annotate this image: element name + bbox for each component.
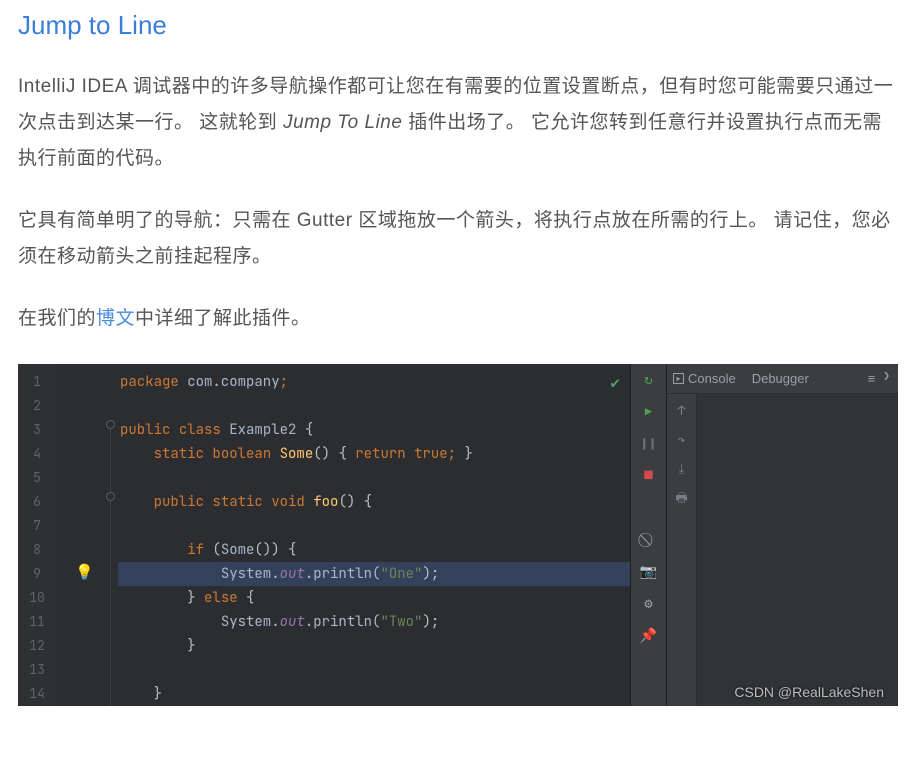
code-line: public static void foo() { — [118, 490, 630, 514]
layout-icon[interactable]: ≡ — [868, 371, 876, 386]
resume-icon[interactable]: ▶ — [639, 402, 659, 422]
paragraph-2: 它具有简单明了的导航：只需在 Gutter 区域拖放一个箭头，将执行点放在所需的… — [18, 203, 900, 275]
settings-icon[interactable]: ⚙ — [639, 594, 659, 614]
code-line — [118, 514, 630, 538]
code-line: System.out.println("Two"); — [118, 610, 630, 634]
blog-link[interactable]: 博文 — [96, 308, 135, 329]
line-number: 11 — [18, 610, 56, 634]
paragraph-1: IntelliJ IDEA 调试器中的许多导航操作都可让您在有需要的位置设置断点… — [18, 69, 900, 177]
line-number: 1 — [18, 370, 56, 394]
code-line — [118, 466, 630, 490]
editor-pane: 1 2 3 4 5 6 7 8 9 10 11 12 13 14 💡 ✔ pac… — [18, 364, 630, 706]
code-line: package com.company; — [118, 370, 630, 394]
print-icon[interactable]: 🖶 — [675, 489, 687, 511]
code-line: static boolean Some() { return true; } — [118, 442, 630, 466]
fold-toggle-icon[interactable] — [106, 420, 115, 429]
code-line: } — [118, 634, 630, 658]
debugger-tab[interactable]: Debugger — [752, 371, 809, 386]
intention-bulb-icon[interactable]: 💡 — [75, 562, 94, 582]
debug-content — [697, 394, 898, 706]
chevron-right-icon[interactable]: ❯ — [883, 371, 890, 386]
fold-line — [110, 424, 111, 706]
line-number: 13 — [18, 658, 56, 682]
watermark: CSDN @RealLakeShen — [734, 684, 884, 700]
para1-italic: Jump To Line — [283, 112, 402, 133]
line-number: 5 — [18, 466, 56, 490]
pause-icon[interactable]: ❙❙ — [639, 434, 659, 454]
code-line: if (Some()) { — [118, 538, 630, 562]
section-title[interactable]: Jump to Line — [18, 10, 900, 41]
para3-text-b: 中详细了解此插件。 — [135, 308, 311, 329]
line-number: 8 — [18, 538, 56, 562]
rerun-icon[interactable]: ↻ — [639, 370, 659, 390]
step-into-icon[interactable]: ⤓ — [679, 460, 685, 477]
line-number: 2 — [18, 394, 56, 418]
code-line — [118, 394, 630, 418]
pin-icon[interactable]: 📌 — [639, 626, 659, 646]
line-number: 9 — [18, 562, 56, 586]
breakpoints-icon[interactable] — [639, 498, 659, 518]
code-line-current: System.out.println("One"); — [118, 562, 630, 586]
debug-tabs: ▸ Console Debugger ≡ ❯ — [667, 364, 898, 394]
line-number: 3 — [18, 418, 56, 442]
inspection-ok-icon[interactable]: ✔ — [610, 372, 620, 393]
camera-icon[interactable]: 📷 — [639, 562, 659, 582]
line-number-gutter: 1 2 3 4 5 6 7 8 9 10 11 12 13 14 — [18, 364, 56, 706]
console-tab[interactable]: ▸ Console — [673, 371, 736, 386]
step-over-icon[interactable]: ↷ — [678, 431, 686, 448]
stop-icon[interactable]: ■ — [639, 466, 659, 486]
code-line: public class Example2 { — [118, 418, 630, 442]
line-number: 14 — [18, 682, 56, 706]
debug-toolbar: ↻ ▶ ❙❙ ■ ⃠ 📷 ⚙ 📌 — [630, 364, 666, 706]
up-icon[interactable]: ↑ — [678, 402, 686, 419]
line-number: 6 — [18, 490, 56, 514]
console-tab-label: Console — [688, 371, 736, 386]
paragraph-3: 在我们的博文中详细了解此插件。 — [18, 301, 900, 337]
gutter-area[interactable]: 💡 — [56, 364, 118, 706]
line-number: 7 — [18, 514, 56, 538]
code-line: } else { — [118, 586, 630, 610]
debug-panel: ▸ Console Debugger ≡ ❯ ↑ ↷ ⤓ 🖶 — [666, 364, 898, 706]
ide-screenshot: 1 2 3 4 5 6 7 8 9 10 11 12 13 14 💡 ✔ pac… — [18, 364, 898, 706]
fold-toggle-icon[interactable] — [106, 492, 115, 501]
line-number: 12 — [18, 634, 56, 658]
code-line — [118, 658, 630, 682]
step-toolbar: ↑ ↷ ⤓ 🖶 — [667, 394, 697, 706]
code-line: } — [118, 682, 630, 706]
line-number: 10 — [18, 586, 56, 610]
console-icon: ▸ — [673, 373, 684, 384]
code-area[interactable]: ✔ package com.company; public class Exam… — [118, 364, 630, 706]
mute-breakpoints-icon[interactable]: ⃠ — [639, 530, 659, 550]
para3-text-a: 在我们的 — [18, 308, 96, 329]
line-number: 4 — [18, 442, 56, 466]
